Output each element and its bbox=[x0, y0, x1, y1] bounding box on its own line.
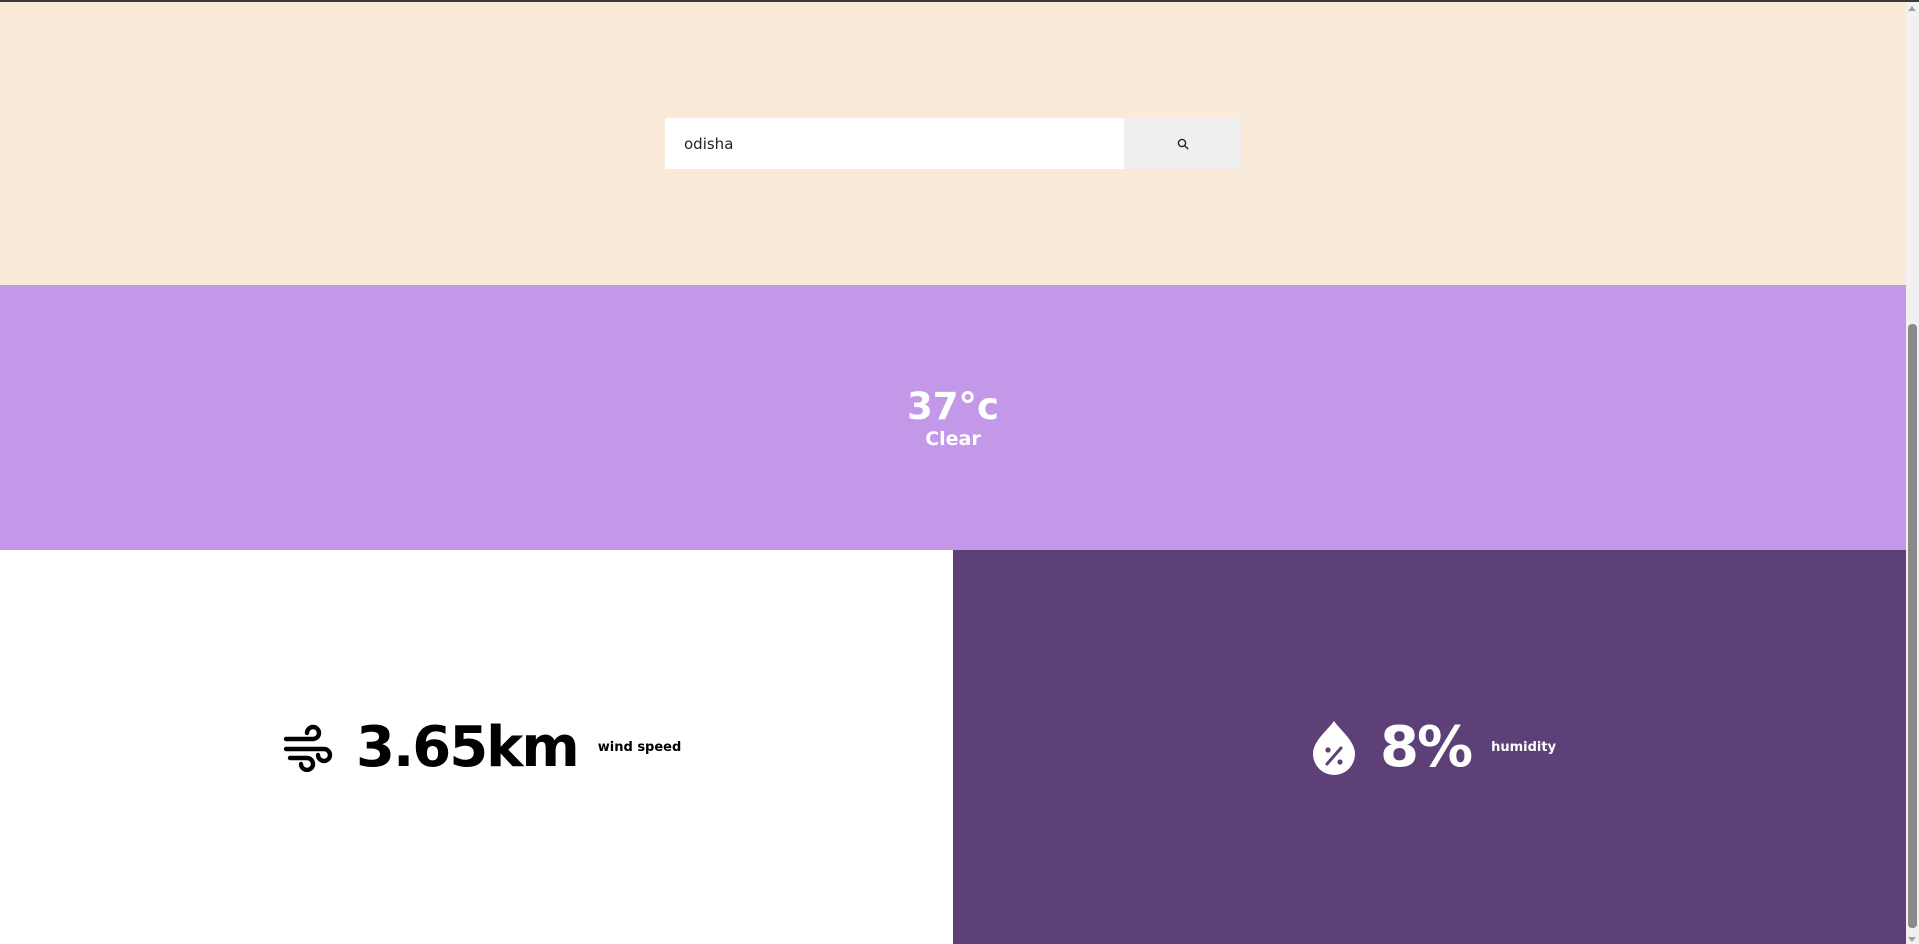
humidity-stat: 8% humidity bbox=[1310, 718, 1556, 778]
wind-speed-label: wind speed bbox=[597, 739, 682, 755]
weather-condition: Clear bbox=[925, 427, 981, 450]
wind-speed-stat: 3.65km wind speed bbox=[282, 718, 681, 778]
weather-app: 37°c Clear 3.65km wind speed bbox=[0, 0, 1919, 944]
humidity-panel: 8% humidity bbox=[953, 550, 1906, 944]
wind-speed-panel: 3.65km wind speed bbox=[0, 550, 953, 944]
weather-summary: 37°c Clear bbox=[0, 285, 1906, 550]
humidity-drop-icon bbox=[1313, 721, 1355, 775]
content: 37°c Clear 3.65km wind speed bbox=[0, 0, 1906, 944]
wind-icon bbox=[283, 724, 333, 772]
scroll-up-arrow-icon[interactable] bbox=[1908, 6, 1916, 11]
search-bar bbox=[665, 118, 1241, 169]
search-button[interactable] bbox=[1124, 118, 1241, 169]
wind-speed-value: 3.65km bbox=[356, 715, 580, 780]
temperature-value: 37°c bbox=[907, 384, 999, 428]
search-icon bbox=[1177, 138, 1189, 150]
search-section bbox=[0, 2, 1906, 285]
humidity-value: 8% bbox=[1380, 715, 1473, 780]
scroll-down-arrow-icon[interactable] bbox=[1908, 937, 1916, 942]
scroll-thumb[interactable] bbox=[1908, 324, 1917, 928]
search-input[interactable] bbox=[665, 118, 1124, 169]
vertical-scrollbar[interactable] bbox=[1906, 2, 1919, 944]
humidity-label: humidity bbox=[1491, 739, 1557, 755]
